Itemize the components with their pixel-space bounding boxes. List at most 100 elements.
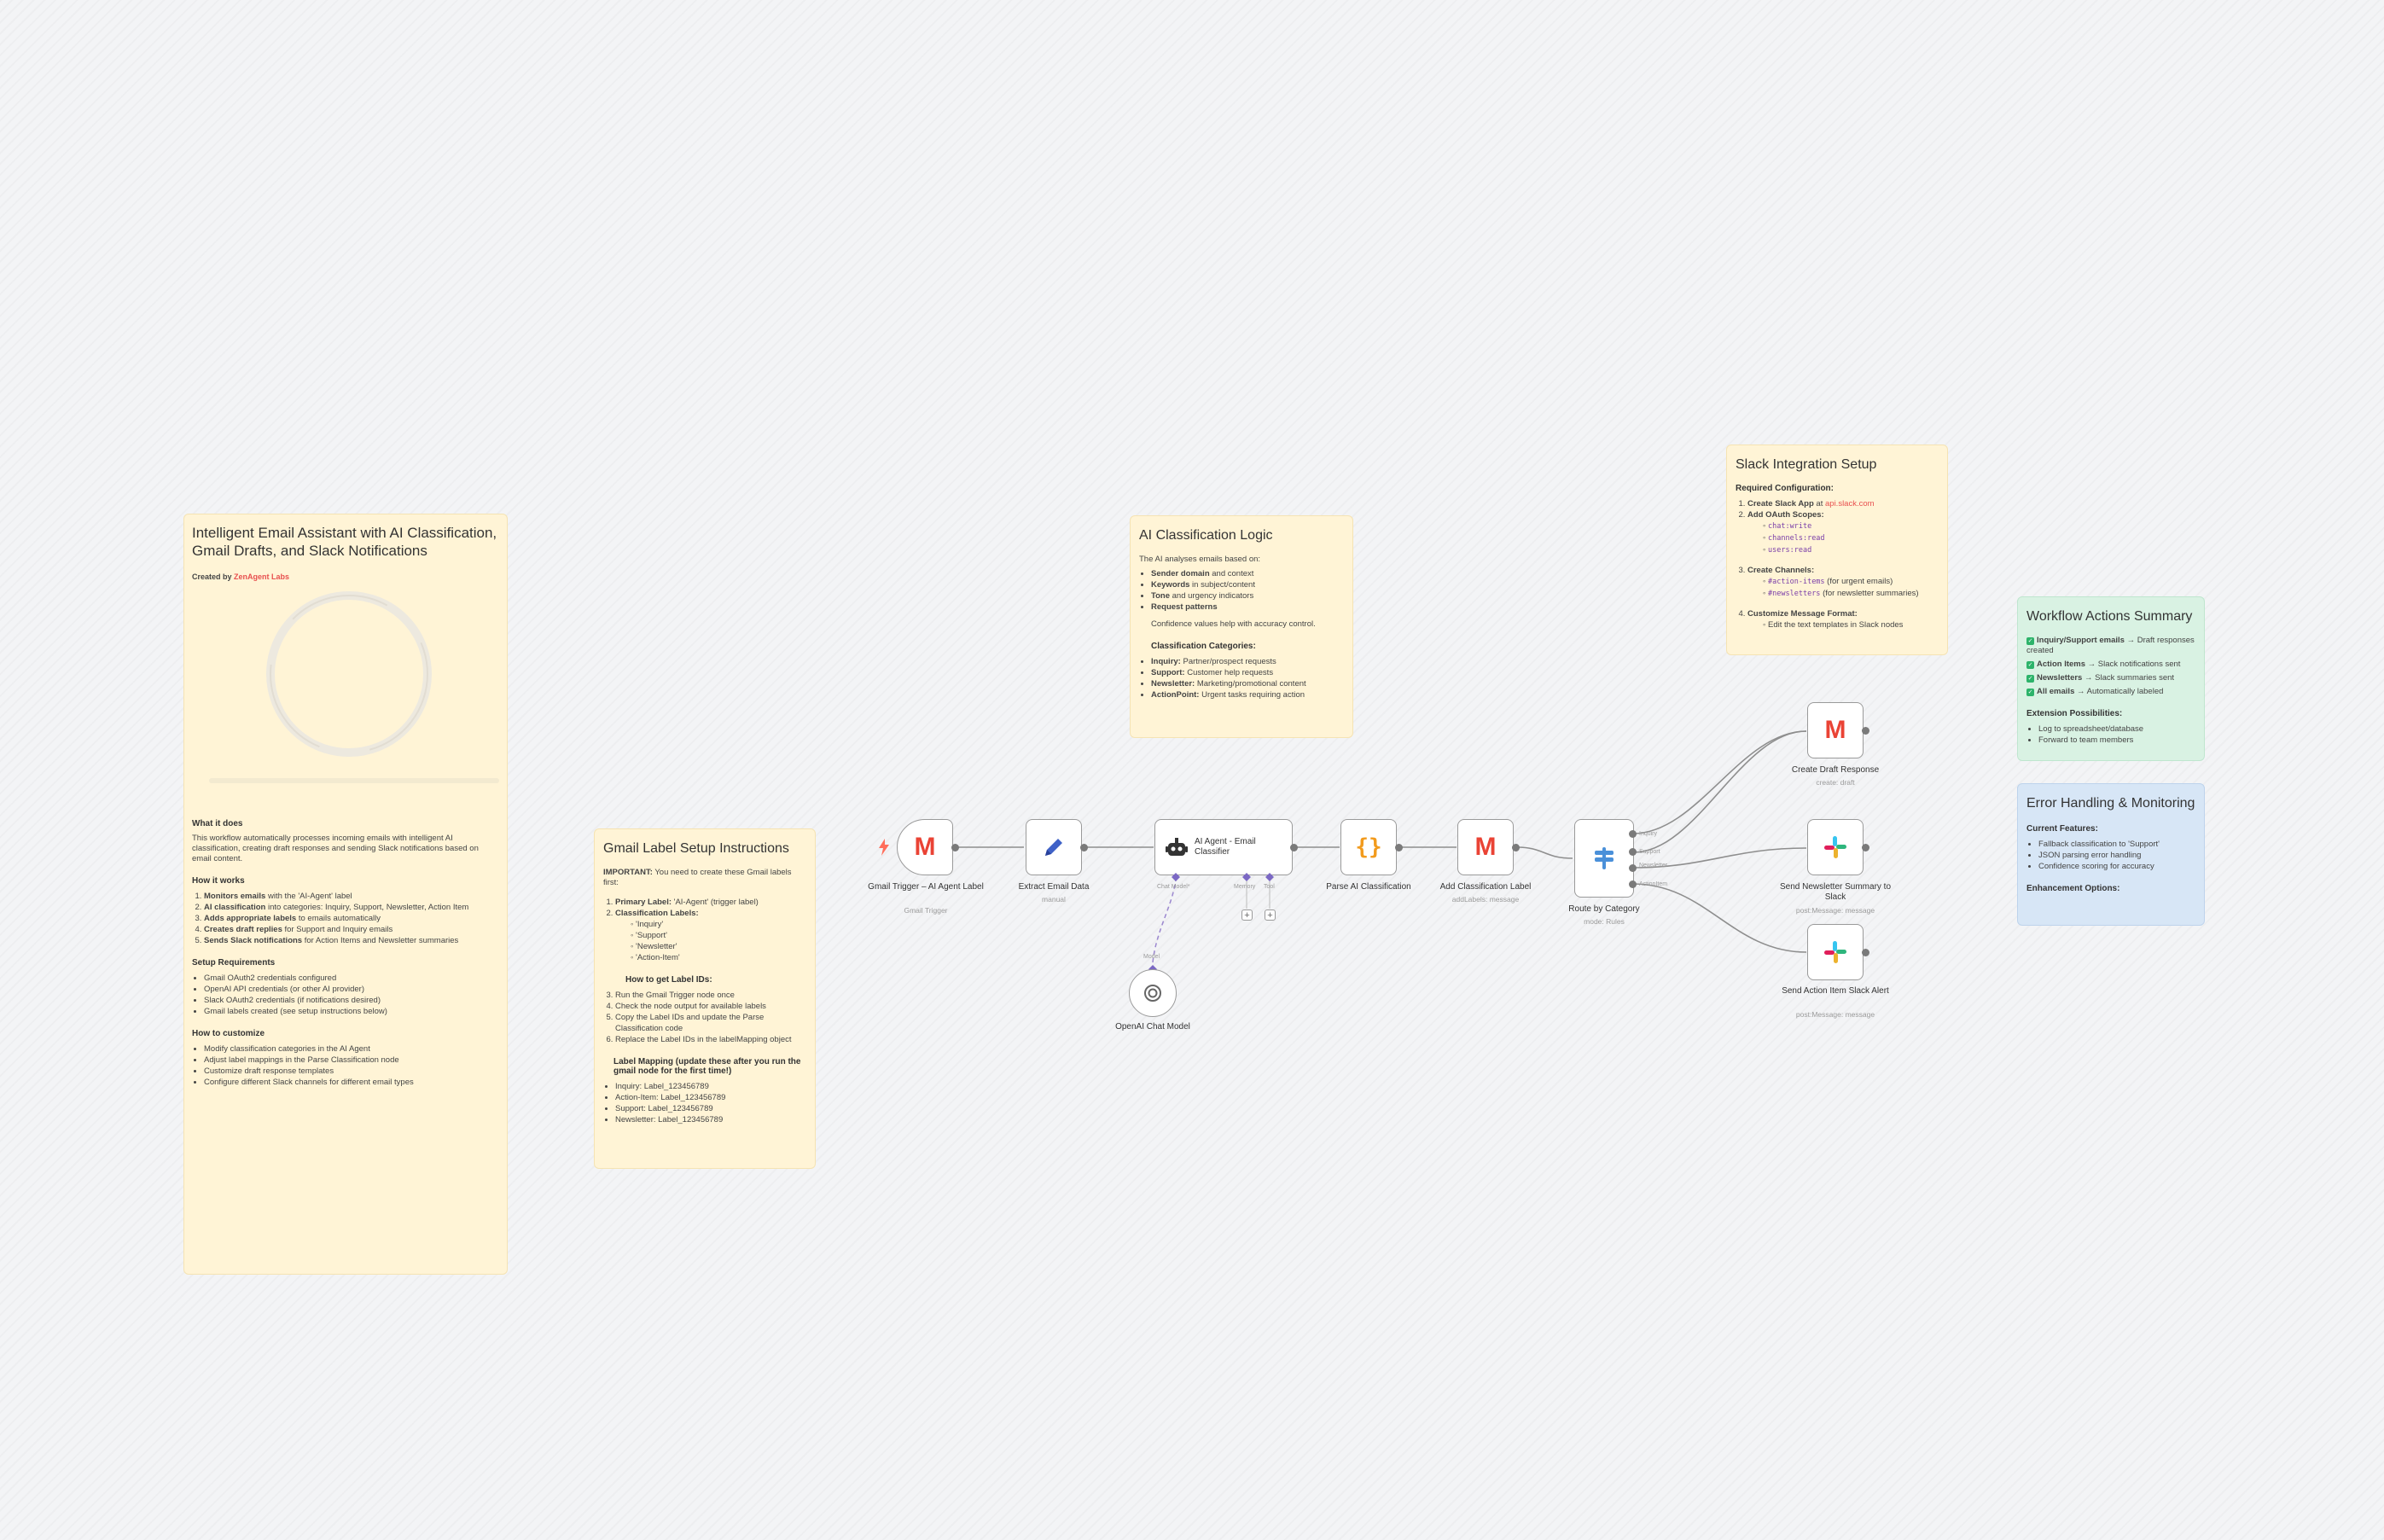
output-port[interactable] [1862, 949, 1869, 956]
list-item: Forward to team members [2038, 735, 2195, 746]
extract-email-node[interactable] [1026, 819, 1082, 875]
output-port[interactable] [951, 844, 959, 851]
output-port[interactable] [1512, 844, 1520, 851]
list-item: Primary Label: 'AI-Agent' (trigger label… [615, 897, 806, 908]
ai-agent-node[interactable]: AI Agent - Email Classifier [1154, 819, 1293, 875]
send-newsletter-node[interactable] [1807, 819, 1864, 875]
node-subtitle: addLabels: message [1451, 895, 1520, 904]
node-title: Add Classification Label [1439, 882, 1532, 892]
route-output-label: Support [1639, 849, 1660, 855]
list-item: Run the Gmail Trigger node once [615, 990, 806, 1001]
parse-classification-node[interactable]: {} [1340, 819, 1397, 875]
node-subtitle: post:Message: message [1795, 906, 1875, 915]
list-item: Newsletter: Marketing/promotional conten… [1151, 678, 1344, 689]
list-item: Tone and urgency indicators [1151, 590, 1344, 601]
setup-heading: Setup Requirements [192, 958, 276, 968]
gmail-trigger-node[interactable]: M [897, 819, 953, 875]
error-handling-title: Error Handling & Monitoring [2026, 796, 2195, 811]
list-item: 'Inquiry' [631, 919, 806, 930]
send-action-alert-node[interactable] [1807, 924, 1864, 980]
list-item: Monitors emails with the 'AI-Agent' labe… [204, 891, 499, 902]
list-item: Creates draft replies for Support and In… [204, 924, 499, 935]
route-output-label: Newsletter [1639, 863, 1668, 869]
required-heading: Required Configuration: [1736, 484, 1834, 493]
actions-summary-note[interactable]: Workflow Actions Summary ✓ Inquiry/Suppor… [2017, 596, 2205, 761]
slack-api-link[interactable]: api.slack.com [1825, 499, 1875, 508]
create-draft-node[interactable]: M [1807, 702, 1864, 758]
check-icon: ✓ [2026, 637, 2034, 645]
list-item: Keywords in subject/content [1151, 579, 1344, 590]
output-port[interactable] [1395, 844, 1403, 851]
conn-addlabel-route [1515, 846, 1573, 859]
output-port-inquiry[interactable] [1629, 830, 1637, 838]
output-port[interactable] [1290, 844, 1298, 851]
error-handling-note[interactable]: Error Handling & Monitoring Current Feat… [2017, 783, 2205, 926]
basis-list: Sender domain and context Keywords in su… [1139, 568, 1344, 613]
conn-openai-agent [1152, 878, 1177, 963]
list-item: Sender domain and context [1151, 568, 1344, 579]
output-port-actionitem[interactable] [1629, 880, 1637, 888]
output-port-support[interactable] [1629, 848, 1637, 856]
intro-note[interactable]: Intelligent Email Assistant with AI Clas… [183, 514, 508, 1275]
list-item: Action-Item: Label_123456789 [615, 1092, 806, 1103]
channel-list: #action-items (for urgent emails) #newsl… [1747, 576, 1939, 600]
memory-port-label: Memory [1234, 884, 1256, 890]
created-by-link[interactable]: ZenAgent Labs [234, 572, 289, 581]
list-item: ✓ Newsletters → Slack summaries sent [2026, 673, 2175, 683]
output-port[interactable] [1080, 844, 1088, 851]
list-item: Replace the Label IDs in the labelMappin… [615, 1034, 806, 1045]
ai-logic-note[interactable]: AI Classification Logic The AI analyses … [1130, 515, 1353, 738]
node-title: AI Agent - Email Classifier [1195, 837, 1256, 857]
list-item: 'Newsletter' [631, 941, 806, 952]
node-title: OpenAI Chat Model [1115, 1022, 1190, 1032]
node-subtitle: Gmail Trigger [904, 906, 948, 915]
output-port[interactable] [1862, 727, 1869, 735]
intro-title: Intelligent Email Assistant with AI Clas… [192, 525, 497, 559]
list-item: JSON parsing error handling [2038, 850, 2195, 861]
list-item: Check the node output for available labe… [615, 1001, 806, 1012]
get-ids-heading: How to get Label IDs: [625, 975, 712, 985]
add-label-node[interactable]: M [1457, 819, 1514, 875]
node-subtitle: manual [1042, 895, 1066, 904]
conn-route-draft-support [1632, 730, 1807, 853]
created-by: Created by ZenAgent Labs [192, 572, 290, 581]
gmail-icon: M [914, 833, 936, 861]
list-item: Customize Message Format: Edit the text … [1747, 608, 1939, 631]
trigger-bolt-icon [879, 839, 889, 856]
slack-icon [1824, 836, 1846, 858]
model-port-label: Model [1143, 954, 1160, 960]
slack-icon [1824, 941, 1846, 963]
list-item: #newsletters (for newsletter summaries) [1763, 588, 1939, 600]
output-port-newsletter[interactable] [1629, 864, 1637, 872]
node-subtitle: post:Message: message [1795, 1010, 1875, 1019]
list-item: ✓ Inquiry/Support emails → Draft response… [2026, 636, 2195, 655]
list-item: Support: Label_123456789 [615, 1103, 806, 1114]
add-memory-button[interactable]: + [1241, 909, 1253, 921]
list-item: Inquiry: Label_123456789 [615, 1081, 806, 1092]
list-item: Fallback classification to 'Support' [2038, 839, 2195, 850]
slack-setup-note[interactable]: Slack Integration Setup Required Configu… [1726, 445, 1948, 655]
list-item: Gmail OAuth2 credentials configured [204, 973, 499, 984]
output-port[interactable] [1862, 844, 1869, 851]
add-tool-button[interactable]: + [1265, 909, 1276, 921]
slack-steps: Create Slack App at api.slack.com Add OA… [1736, 498, 1939, 631]
list-item: Configure different Slack channels for d… [204, 1077, 499, 1088]
openai-chat-model-node[interactable] [1129, 969, 1177, 1017]
label-steps: Primary Label: 'AI-Agent' (trigger label… [603, 897, 806, 963]
how-heading: How it works [192, 876, 245, 886]
node-title: Extract Email Data [1018, 882, 1090, 892]
gmail-setup-note[interactable]: Gmail Label Setup Instructions IMPORTANT… [594, 828, 816, 1169]
list-item: OpenAI API credentials (or other AI prov… [204, 984, 499, 995]
list-item: users:read [1763, 544, 1939, 556]
ai-logic-intro: The AI analyses emails based on: [1139, 555, 1261, 564]
current-list: Fallback classification to 'Support' JSO… [2026, 839, 2195, 872]
tool-port-label: Tool [1264, 884, 1275, 890]
what-text: This workflow automatically processes in… [192, 834, 479, 863]
how-list: Monitors emails with the 'AI-Agent' labe… [192, 891, 499, 946]
gmail-setup-title: Gmail Label Setup Instructions [603, 841, 789, 856]
node-title: Route by Category [1568, 904, 1640, 914]
check-icon: ✓ [2026, 661, 2034, 669]
list-item: Newsletter: Label_123456789 [615, 1114, 806, 1125]
route-category-node[interactable] [1574, 819, 1634, 898]
list-item: Create Slack App at api.slack.com [1747, 498, 1939, 509]
